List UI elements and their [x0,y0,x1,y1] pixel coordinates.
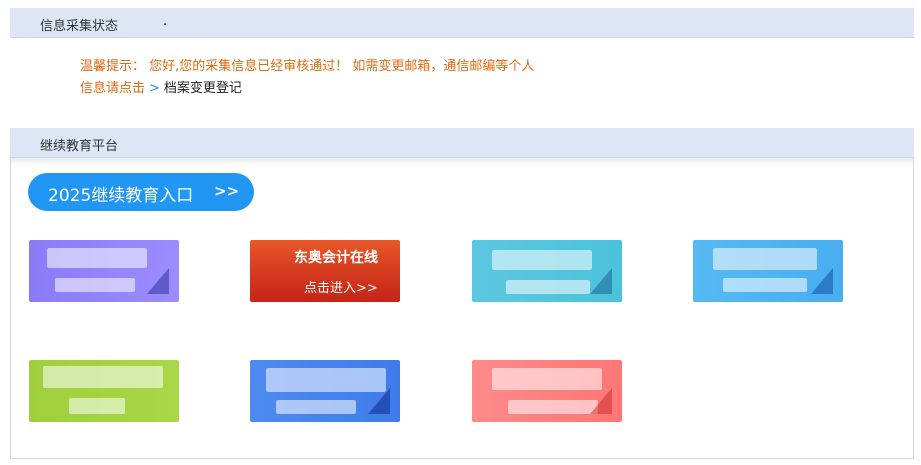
paper-plane-icon [590,268,612,294]
notice-block: 温馨提示： 您好,您的采集信息已经审核通过！ 如需变更邮箱，通信邮编等个人 信息… [80,56,534,100]
paper-plane-icon [590,388,612,414]
blurred-logo [43,366,163,388]
platform-tile-7[interactable] [472,360,622,422]
continuing-education-header: 继续教育平台 [10,128,914,158]
platform-tile-1[interactable] [29,240,179,302]
blurred-logo [492,250,592,270]
tile-enter-label: 点击进入>> [304,281,378,296]
archive-change-link[interactable]: 档案变更登记 [164,81,242,96]
notice-warning: 温馨提示： 您好,您的采集信息已经审核通过！ 如需变更邮箱，通信邮编等个人 [80,56,534,78]
notice-link-prefix: 信息请点击 [80,81,146,96]
blurred-logo [713,248,817,270]
blurred-caption [723,278,807,292]
blurred-logo [492,368,602,390]
chevron-right-icon: > [149,81,160,96]
continuing-education-title: 继续教育平台 [40,139,119,154]
blurred-caption [69,398,125,414]
tile-platform-name: 东奥会计在线 [294,250,378,266]
paper-plane-icon [368,388,390,414]
blurred-caption [506,280,590,294]
notice-warning-text: 温馨提示： 您好,您的采集信息已经审核通过！ 如需变更邮箱，通信邮编等个人 [80,59,535,74]
info-collection-header: 信息采集状态 . [10,8,914,38]
entry-button-label: 2025继续教育入口 [48,186,194,206]
blurred-caption [508,400,598,414]
notice-link-line: 信息请点击 > 档案变更登记 [80,78,534,100]
platform-tile-4[interactable] [693,240,843,302]
header-dot: . [163,14,168,29]
paper-plane-icon [811,268,833,294]
paper-plane-icon [147,268,169,294]
platform-tile-6[interactable] [250,360,400,422]
blurred-caption [55,278,135,292]
continuing-education-entry-button[interactable]: 2025继续教育入口 >> [28,173,254,211]
platform-tile-5[interactable] [29,360,179,422]
double-chevron-icon: >> [214,182,240,200]
info-collection-title: 信息采集状态 [40,19,119,34]
blurred-caption [276,400,356,414]
platform-tile-dongao[interactable]: 东奥会计在线 点击进入>> [250,240,400,302]
blurred-logo [47,248,147,268]
platform-tile-3[interactable] [472,240,622,302]
